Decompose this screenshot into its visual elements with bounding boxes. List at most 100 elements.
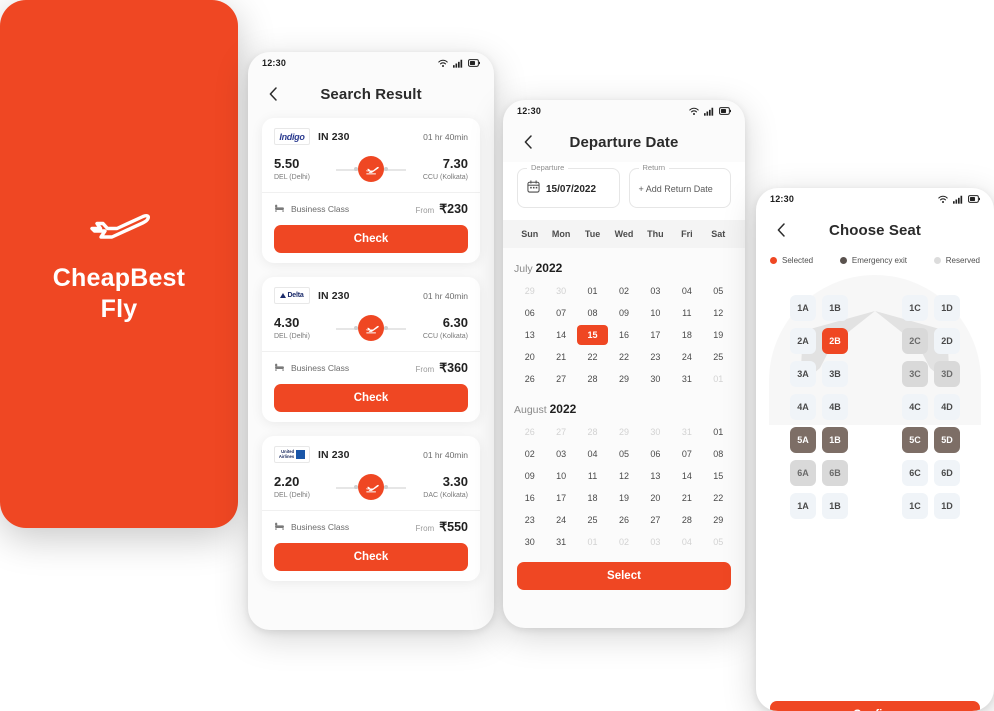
calendar-day[interactable]: 23 xyxy=(640,347,671,367)
seat-1d[interactable]: 1D xyxy=(934,493,960,519)
calendar-day[interactable]: 25 xyxy=(703,347,734,367)
calendar-day[interactable]: 08 xyxy=(703,444,734,464)
seat-1d[interactable]: 1D xyxy=(934,295,960,321)
seat-6c[interactable]: 6C xyxy=(902,460,928,486)
calendar-day[interactable]: 13 xyxy=(640,466,671,486)
calendar-day[interactable]: 08 xyxy=(577,303,608,323)
calendar-day[interactable]: 19 xyxy=(703,325,734,345)
calendar-day[interactable]: 26 xyxy=(514,369,545,389)
calendar-day[interactable]: 11 xyxy=(577,466,608,486)
seat-1b[interactable]: 1B xyxy=(822,493,848,519)
seat-4d[interactable]: 4D xyxy=(934,394,960,420)
calendar-day[interactable]: 07 xyxy=(671,444,702,464)
seat-2c[interactable]: 2C xyxy=(902,328,928,354)
calendar-day[interactable]: 10 xyxy=(545,466,576,486)
calendar-day[interactable]: 06 xyxy=(640,444,671,464)
calendar-day[interactable]: 22 xyxy=(577,347,608,367)
confirm-button[interactable]: Confirm xyxy=(770,701,980,711)
calendar-day[interactable]: 02 xyxy=(514,444,545,464)
seat-4c[interactable]: 4C xyxy=(902,394,928,420)
calendar-day[interactable]: 10 xyxy=(640,303,671,323)
seat-4a[interactable]: 4A xyxy=(790,394,816,420)
calendar-day[interactable]: 11 xyxy=(671,303,702,323)
seat-2a[interactable]: 2A xyxy=(790,328,816,354)
seat-5c[interactable]: 5C xyxy=(902,427,928,453)
calendar-day[interactable]: 06 xyxy=(514,303,545,323)
check-button[interactable]: Check xyxy=(274,543,468,571)
calendar-day[interactable]: 18 xyxy=(577,488,608,508)
seat-1c[interactable]: 1C xyxy=(902,493,928,519)
calendar-day[interactable]: 16 xyxy=(514,488,545,508)
select-button[interactable]: Select xyxy=(517,562,731,590)
calendar-day[interactable]: 23 xyxy=(514,510,545,530)
seat-3d[interactable]: 3D xyxy=(934,361,960,387)
calendar-day[interactable]: 15 xyxy=(703,466,734,486)
calendar-day[interactable]: 13 xyxy=(514,325,545,345)
chevron-left-icon[interactable] xyxy=(519,133,537,151)
calendar-day[interactable]: 27 xyxy=(640,510,671,530)
calendar-day[interactable]: 01 xyxy=(703,422,734,442)
calendar-day[interactable]: 05 xyxy=(608,444,639,464)
calendar-day[interactable]: 21 xyxy=(545,347,576,367)
calendar-day[interactable]: 17 xyxy=(545,488,576,508)
calendar-day[interactable]: 03 xyxy=(640,281,671,301)
calendar-day[interactable]: 28 xyxy=(671,510,702,530)
seat-6a[interactable]: 6A xyxy=(790,460,816,486)
seat-3a[interactable]: 3A xyxy=(790,361,816,387)
calendar-day[interactable]: 18 xyxy=(671,325,702,345)
calendar-day[interactable]: 01 xyxy=(577,281,608,301)
seat-1a[interactable]: 1A xyxy=(790,493,816,519)
calendar-day[interactable]: 26 xyxy=(608,510,639,530)
return-date-field[interactable]: Return + Add Return Date xyxy=(628,163,731,208)
calendar-day[interactable]: 24 xyxy=(671,347,702,367)
seat-6d[interactable]: 6D xyxy=(934,460,960,486)
calendar-day[interactable]: 07 xyxy=(545,303,576,323)
seat-1b[interactable]: 1B xyxy=(822,427,848,453)
calendar-day[interactable]: 16 xyxy=(608,325,639,345)
calendar-day[interactable]: 14 xyxy=(671,466,702,486)
seat-2d[interactable]: 2D xyxy=(934,328,960,354)
calendar-day[interactable]: 21 xyxy=(671,488,702,508)
seat-1b[interactable]: 1B xyxy=(822,295,848,321)
seat-3c[interactable]: 3C xyxy=(902,361,928,387)
calendar-day[interactable]: 03 xyxy=(545,444,576,464)
check-button[interactable]: Check xyxy=(274,384,468,412)
calendar-day[interactable]: 04 xyxy=(577,444,608,464)
calendar-day[interactable]: 12 xyxy=(703,303,734,323)
seat-6b[interactable]: 6B xyxy=(822,460,848,486)
chevron-left-icon[interactable] xyxy=(264,85,282,103)
departure-date-field[interactable]: Departure 15/07/2022 xyxy=(517,163,620,208)
calendar-day[interactable]: 04 xyxy=(671,281,702,301)
calendar-day[interactable]: 20 xyxy=(640,488,671,508)
calendar-day[interactable]: 05 xyxy=(703,281,734,301)
calendar-day[interactable]: 25 xyxy=(577,510,608,530)
seat-5d[interactable]: 5D xyxy=(934,427,960,453)
calendar-day[interactable]: 14 xyxy=(545,325,576,345)
chevron-left-icon[interactable] xyxy=(772,221,790,239)
calendar-day[interactable]: 31 xyxy=(545,532,576,552)
calendar-day[interactable]: 30 xyxy=(640,369,671,389)
calendar-day[interactable]: 09 xyxy=(608,303,639,323)
calendar-day[interactable]: 19 xyxy=(608,488,639,508)
calendar-day[interactable]: 29 xyxy=(608,369,639,389)
seat-3b[interactable]: 3B xyxy=(822,361,848,387)
calendar-day[interactable]: 20 xyxy=(514,347,545,367)
seat-2b[interactable]: 2B xyxy=(822,328,848,354)
seat-4b[interactable]: 4B xyxy=(822,394,848,420)
calendar-day[interactable]: 31 xyxy=(671,369,702,389)
calendar-day[interactable]: 02 xyxy=(608,281,639,301)
calendar-day[interactable]: 17 xyxy=(640,325,671,345)
calendar-day[interactable]: 29 xyxy=(703,510,734,530)
calendar-day[interactable]: 30 xyxy=(514,532,545,552)
calendar-day[interactable]: 24 xyxy=(545,510,576,530)
calendar-day[interactable]: 09 xyxy=(514,466,545,486)
calendar-day[interactable]: 22 xyxy=(703,488,734,508)
calendar-day[interactable]: 15 xyxy=(576,325,609,345)
seat-1a[interactable]: 1A xyxy=(790,295,816,321)
check-button[interactable]: Check xyxy=(274,225,468,253)
calendar-day[interactable]: 12 xyxy=(608,466,639,486)
seat-1c[interactable]: 1C xyxy=(902,295,928,321)
calendar-day[interactable]: 27 xyxy=(545,369,576,389)
calendar-day[interactable]: 22 xyxy=(608,347,639,367)
seat-5a[interactable]: 5A xyxy=(790,427,816,453)
